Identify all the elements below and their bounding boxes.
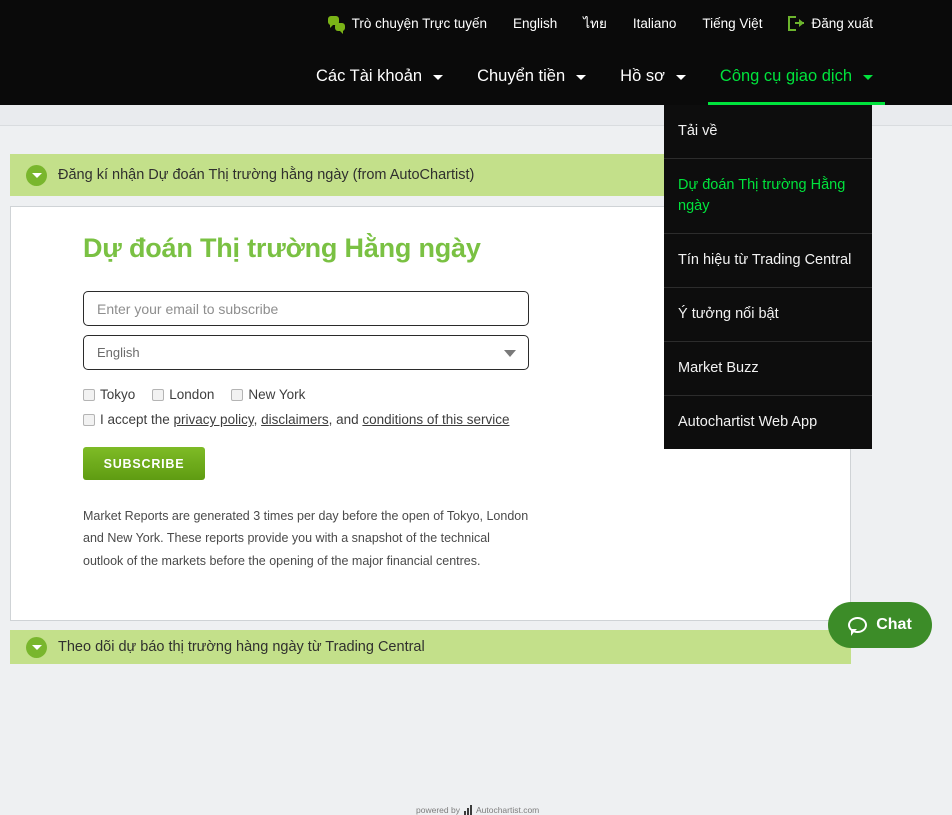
dropdown-item-featured-ideas[interactable]: Ý tưởng nổi bật xyxy=(664,288,872,343)
chat-widget-button[interactable]: Chat xyxy=(828,602,932,648)
description-text: Market Reports are generated 3 times per… xyxy=(83,509,529,568)
powered-by: powered by Autochartist.com xyxy=(416,805,539,815)
chevron-down-icon xyxy=(675,74,686,80)
chat-widget-label: Chat xyxy=(876,616,912,633)
accordion-top-label: Đăng kí nhận Dự đoán Thị trường hằng ngà… xyxy=(58,167,475,183)
nav-item-trading-tools[interactable]: Công cụ giao dịch xyxy=(703,47,890,105)
checkbox-new-york[interactable] xyxy=(231,388,244,401)
top-utility-items: Trò chuyện Trực tuyến English ไทย Italia… xyxy=(315,15,886,34)
checkbox-new-york-label: New York xyxy=(248,387,306,402)
nav-item-profile-label: Hồ sơ xyxy=(620,66,665,85)
language-select-value: English xyxy=(97,345,140,360)
checkbox-london[interactable] xyxy=(152,388,165,401)
dropdown-item-trading-central-signals[interactable]: Tín hiệu từ Trading Central xyxy=(664,234,872,289)
live-chat-link[interactable]: Trò chuyện Trực tuyến xyxy=(315,15,500,34)
language-select[interactable]: English xyxy=(83,335,529,370)
dropdown-item-daily-market-forecast[interactable]: Dự đoán Thị trường Hằng ngày xyxy=(664,159,872,235)
powered-by-label: powered by xyxy=(416,805,460,815)
privacy-policy-link[interactable]: privacy policy xyxy=(174,412,254,427)
conditions-link[interactable]: conditions of this service xyxy=(362,412,509,427)
chevron-down-icon xyxy=(863,74,873,80)
nav-item-funding[interactable]: Chuyển tiền xyxy=(460,47,603,105)
bar-chart-logo-icon xyxy=(463,805,472,815)
language-thai[interactable]: ไทย xyxy=(570,17,620,31)
chat-bubbles-icon xyxy=(327,16,345,34)
language-english[interactable]: English xyxy=(500,17,570,31)
checkbox-tokyo-label: Tokyo xyxy=(100,387,136,402)
speech-bubble-icon xyxy=(848,617,868,636)
top-utility-bar: Trò chuyện Trực tuyến English ไทย Italia… xyxy=(0,0,952,47)
chevron-down-icon xyxy=(576,74,587,80)
powered-by-brand: Autochartist.com xyxy=(475,805,540,815)
logout-link[interactable]: Đăng xuất xyxy=(775,16,886,31)
terms-prefix: I accept the xyxy=(100,412,174,427)
nav-item-profile[interactable]: Hồ sơ xyxy=(603,47,703,105)
chevron-down-circle-icon xyxy=(26,636,47,658)
checkbox-london-label: London xyxy=(169,387,215,402)
dropdown-item-autochartist-web-app[interactable]: Autochartist Web App xyxy=(664,396,872,449)
terms-sep-2: , and xyxy=(328,412,363,427)
trading-tools-dropdown: Tải về Dự đoán Thị trường Hằng ngày Tín … xyxy=(664,105,872,450)
language-vietnamese[interactable]: Tiếng Việt xyxy=(689,17,775,31)
subscribe-button[interactable]: SUBSCRIBE xyxy=(83,447,205,480)
checkbox-tokyo[interactable] xyxy=(83,388,95,401)
chevron-down-icon xyxy=(504,350,516,357)
accordion-bottom-label: Theo dõi dự báo thị trường hàng ngày từ … xyxy=(58,639,425,655)
dropdown-item-downloads[interactable]: Tải về xyxy=(664,105,872,160)
language-italian[interactable]: Italiano xyxy=(620,17,690,31)
live-chat-label: Trò chuyện Trực tuyến xyxy=(351,15,487,31)
main-navigation: Các Tài khoản Chuyển tiền Hồ sơ Công cụ … xyxy=(0,47,952,105)
terms-text: I accept the privacy policy, disclaimers… xyxy=(100,412,509,427)
nav-item-accounts-label: Các Tài khoản xyxy=(316,66,423,85)
accordion-header-trading-central[interactable]: Theo dõi dự báo thị trường hàng ngày từ … xyxy=(10,630,851,664)
logout-label: Đăng xuất xyxy=(811,15,873,31)
nav-item-funding-label: Chuyển tiền xyxy=(477,66,566,85)
dropdown-item-market-buzz[interactable]: Market Buzz xyxy=(664,342,872,397)
logout-icon xyxy=(788,16,805,31)
nav-item-trading-tools-label: Công cụ giao dịch xyxy=(719,66,852,85)
disclaimers-link[interactable]: disclaimers xyxy=(261,412,329,427)
chevron-down-icon xyxy=(433,74,444,80)
chevron-down-circle-icon xyxy=(26,164,47,186)
email-input[interactable] xyxy=(83,291,529,326)
checkbox-accept-terms[interactable] xyxy=(83,413,95,426)
terms-sep-1: , xyxy=(253,412,262,427)
nav-item-accounts[interactable]: Các Tài khoản xyxy=(299,47,460,105)
